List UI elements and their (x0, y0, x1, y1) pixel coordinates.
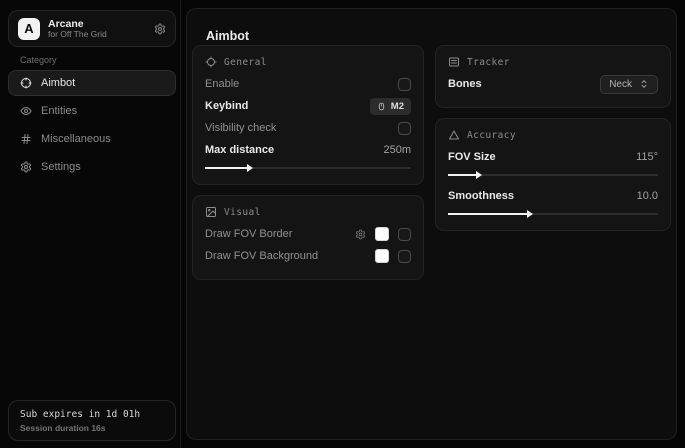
main-panel: Aimbot General Enable Keybind M (186, 8, 677, 440)
fov-border-color-swatch[interactable] (375, 227, 389, 241)
visibility-check-checkbox[interactable] (398, 122, 411, 135)
gear-icon[interactable] (355, 229, 366, 240)
accuracy-card: Accuracy FOV Size 115° Smoothness 10.0 (435, 118, 671, 231)
left-column: General Enable Keybind M2 Visibility che… (192, 45, 424, 280)
bones-selected-value: Neck (609, 79, 632, 90)
enable-label: Enable (205, 78, 239, 90)
locate-icon (205, 56, 217, 68)
tracker-card: Tracker Bones Neck (435, 45, 671, 108)
box-lines-icon (448, 56, 460, 68)
right-column: Tracker Bones Neck Accuracy (435, 45, 671, 231)
visual-card-title: Visual (224, 207, 261, 218)
hash-icon (20, 133, 32, 145)
draw-fov-border-checkbox[interactable] (398, 228, 411, 241)
app-subtitle: for Off The Grid (48, 30, 107, 40)
sidebar-item-aimbot[interactable]: Aimbot (8, 70, 176, 96)
smoothness-slider[interactable] (448, 209, 658, 218)
page-title: Aimbot (206, 29, 249, 43)
eye-icon (20, 105, 32, 117)
sidebar-item-label: Entities (41, 105, 77, 117)
arcane-menu-window: { "app": { "title": "Arcane", "subtitle"… (0, 0, 685, 448)
fov-size-slider[interactable] (448, 170, 658, 179)
bones-label: Bones (448, 78, 482, 90)
image-icon (205, 206, 217, 218)
max-distance-slider[interactable] (205, 163, 411, 172)
crosshair-icon (20, 77, 32, 89)
sidebar-item-label: Settings (41, 161, 81, 173)
chevrons-up-down-icon (639, 79, 649, 89)
accuracy-card-title: Accuracy (467, 130, 516, 141)
sub-expiry-text: Sub expires in 1d 01h (20, 409, 164, 420)
enable-checkbox[interactable] (398, 78, 411, 91)
sidebar-item-label: Miscellaneous (41, 133, 111, 145)
keybind-label: Keybind (205, 100, 248, 112)
smoothness-label: Smoothness (448, 190, 514, 202)
draw-fov-border-label: Draw FOV Border (205, 228, 292, 240)
max-distance-label: Max distance (205, 144, 274, 156)
keybind-button[interactable]: M2 (370, 98, 411, 115)
subscription-info-card: Sub expires in 1d 01h Session duration 1… (8, 400, 176, 441)
app-logo: A (18, 18, 40, 40)
visual-card: Visual Draw FOV Border Draw FOV Backgrou… (192, 195, 424, 280)
app-title: Arcane (48, 18, 107, 30)
app-logo-card: A Arcane for Off The Grid (8, 10, 176, 47)
sidebar-item-miscellaneous[interactable]: Miscellaneous (8, 126, 176, 152)
sidebar: A Arcane for Off The Grid Category Aimbo… (0, 0, 181, 448)
session-duration-text: Session duration 16s (20, 423, 164, 433)
sidebar-item-entities[interactable]: Entities (8, 98, 176, 124)
bones-select[interactable]: Neck (600, 75, 658, 94)
app-logo-letter: A (24, 21, 33, 36)
general-card-title: General (224, 57, 267, 68)
fov-background-color-swatch[interactable] (375, 249, 389, 263)
visibility-check-label: Visibility check (205, 122, 276, 134)
max-distance-slider-fill (205, 167, 248, 169)
mouse-icon (377, 101, 386, 112)
sidebar-item-label: Aimbot (41, 77, 75, 89)
sidebar-nav: Aimbot Entities Miscellaneous Settings (8, 70, 176, 180)
tracker-card-title: Tracker (467, 57, 510, 68)
gear-icon[interactable] (154, 23, 166, 35)
general-card: General Enable Keybind M2 Visibility che… (192, 45, 424, 185)
draw-fov-background-label: Draw FOV Background (205, 250, 318, 262)
smoothness-slider-fill (448, 213, 528, 215)
draw-fov-background-checkbox[interactable] (398, 250, 411, 263)
sidebar-item-settings[interactable]: Settings (8, 154, 176, 180)
fov-size-slider-fill (448, 174, 477, 176)
gear-icon (20, 161, 32, 173)
smoothness-value: 10.0 (637, 190, 658, 202)
max-distance-value: 250m (383, 144, 411, 156)
keybind-value: M2 (391, 101, 404, 112)
fov-size-value: 115° (636, 151, 658, 163)
fov-size-label: FOV Size (448, 151, 496, 163)
triangle-icon (448, 129, 460, 141)
category-label: Category (20, 55, 57, 65)
